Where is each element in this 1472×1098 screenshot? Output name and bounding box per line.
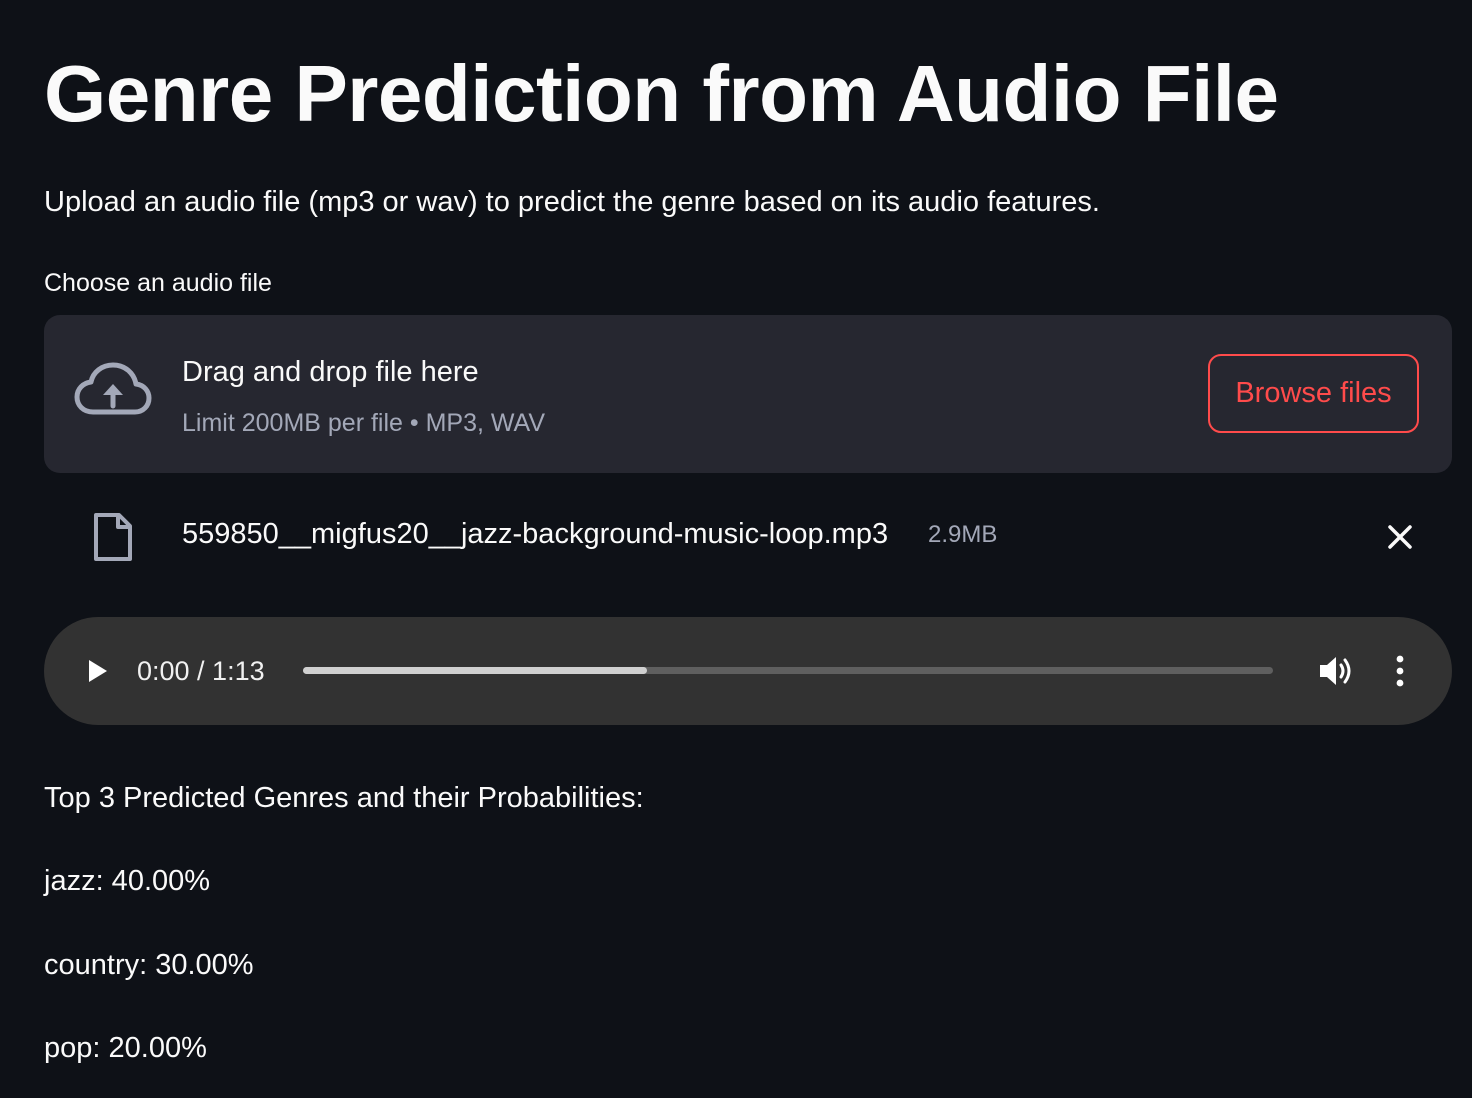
browse-files-button[interactable]: Browse files (1208, 354, 1419, 433)
app-page: Genre Prediction from Audio File Upload … (0, 0, 1472, 1098)
dropzone-limit-text: Limit 200MB per file • MP3, WAV (182, 409, 546, 437)
genre-result-item: country: 30.00% (44, 949, 254, 981)
file-uploader-label: Choose an audio file (44, 269, 272, 297)
close-icon (1388, 525, 1412, 549)
play-button[interactable] (80, 652, 116, 690)
file-icon (94, 513, 132, 561)
playback-progress-fill (303, 667, 648, 674)
playback-time: 0:00 / 1:13 (137, 656, 265, 686)
volume-button[interactable] (1316, 652, 1356, 690)
page-description: Upload an audio file (mp3 or wav) to pre… (44, 186, 1100, 218)
uploaded-file-name: 559850__migfus20__jazz-background-music-… (182, 518, 889, 550)
uploaded-file-size: 2.9MB (928, 521, 998, 548)
genre-result-item: jazz: 40.00% (44, 865, 211, 897)
remove-file-button[interactable] (1380, 517, 1420, 557)
volume-icon (1320, 657, 1351, 685)
page-title: Genre Prediction from Audio File (44, 49, 1279, 138)
more-vertical-icon (1396, 655, 1404, 687)
results-heading: Top 3 Predicted Genres and their Probabi… (44, 782, 644, 814)
cloud-upload-icon (74, 362, 152, 415)
play-icon (89, 660, 107, 682)
dropzone-instruction: Drag and drop file here (182, 356, 479, 388)
more-options-button[interactable] (1386, 652, 1414, 690)
genre-result-item: pop: 20.00% (44, 1032, 207, 1064)
playback-progress-bar[interactable] (303, 667, 1273, 674)
